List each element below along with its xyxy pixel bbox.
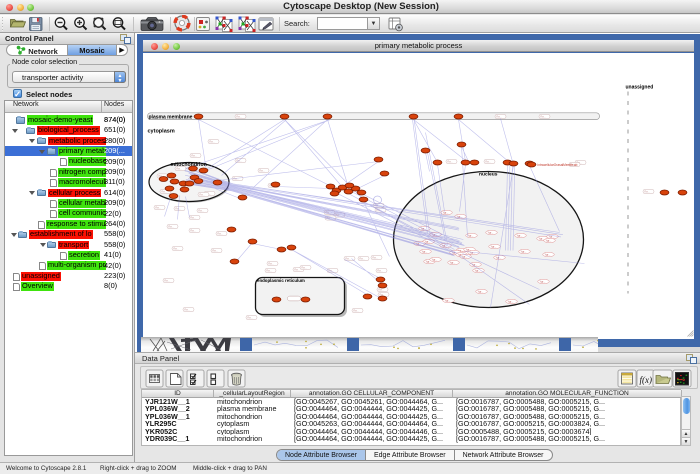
svg-text:Ygr...: Ygr...: [445, 299, 451, 302]
svg-text:Ygr...: Ygr...: [521, 250, 527, 253]
svg-text:Ygr...: Ygr...: [432, 258, 438, 261]
svg-text:cytoplasm: cytoplasm: [148, 128, 175, 134]
svg-text:Ygr...: Ygr...: [462, 255, 468, 258]
svg-text:plasma membrane: plasma membrane: [149, 114, 193, 120]
svg-text:nucleus: nucleus: [479, 171, 498, 177]
svg-text:Ygr...: Ygr...: [491, 245, 497, 248]
svg-text:Ygr...: Ygr...: [468, 234, 474, 237]
svg-text:Ybr...: Ybr...: [161, 190, 167, 193]
svg-text:Ybr...: Ybr...: [378, 288, 384, 291]
svg-text:Ybr...: Ybr...: [301, 266, 307, 269]
svg-text:Ybr...: Ybr...: [217, 232, 223, 235]
svg-text:Ybr...: Ybr...: [176, 167, 182, 170]
svg-text:Ygr...: Ygr...: [488, 231, 494, 234]
svg-text:intracellularOrasalMembr.ab: intracellularOrasalMembr.ab: [538, 163, 578, 167]
svg-text:Ybr...: Ybr...: [540, 115, 546, 118]
svg-text:Ybr...: Ybr...: [247, 316, 253, 319]
svg-text:Ygr...: Ygr...: [443, 211, 449, 214]
svg-text:endoplasmic reticulum: endoplasmic reticulum: [257, 278, 305, 283]
svg-text:Ybr...: Ybr...: [294, 268, 300, 271]
svg-text:Ygr...: Ygr...: [422, 250, 428, 253]
svg-text:Ybr...: Ybr...: [184, 308, 190, 311]
svg-text:unassigned: unassigned: [626, 84, 654, 90]
svg-text:Ybr...: Ybr...: [266, 269, 272, 272]
svg-text:Ybr...: Ybr...: [236, 115, 242, 118]
svg-text:Ygr...: Ygr...: [475, 269, 481, 272]
svg-text:Ybr...: Ybr...: [173, 247, 179, 250]
svg-text:Ybr...: Ybr...: [359, 257, 365, 260]
svg-text:Ybr...: Ybr...: [259, 169, 265, 172]
svg-text:Ybr...: Ybr...: [447, 160, 453, 163]
svg-text:Ybr...: Ybr...: [191, 154, 197, 157]
svg-text:Ybr...: Ybr...: [377, 269, 383, 272]
svg-text:Ybr...: Ybr...: [190, 216, 196, 219]
svg-text:Ybr...: Ybr...: [155, 206, 161, 209]
svg-text:Ygr...: Ygr...: [546, 239, 552, 242]
svg-text:Ybr...: Ybr...: [190, 229, 196, 232]
svg-text:Ygr...: Ygr...: [517, 234, 523, 237]
svg-text:Ybr...: Ybr...: [175, 207, 181, 210]
svg-text:Ybr...: Ybr...: [268, 262, 274, 265]
svg-text:Ybr...: Ybr...: [198, 209, 204, 212]
svg-text:Ygr...: Ygr...: [545, 253, 551, 256]
svg-text:f(x): f(x): [640, 375, 653, 385]
svg-text:Ybr...: Ybr...: [212, 249, 218, 252]
svg-text:Ygr...: Ygr...: [508, 300, 514, 303]
svg-text:Ybr...: Ybr...: [168, 225, 174, 228]
svg-text:Ybr...: Ybr...: [485, 160, 491, 163]
svg-text:Ybr...: Ybr...: [372, 256, 378, 259]
svg-text:Ybr...: Ybr...: [209, 140, 215, 143]
svg-text:Ygr...: Ygr...: [478, 290, 484, 293]
svg-text:Ybr...: Ybr...: [199, 193, 205, 196]
svg-text:Ybr...: Ybr...: [496, 115, 502, 118]
svg-text:Ygr...: Ygr...: [540, 280, 546, 283]
svg-text:Ybr...: Ybr...: [353, 309, 359, 312]
svg-text:Ybr...: Ybr...: [644, 190, 650, 193]
svg-text:Ybr...: Ybr...: [164, 279, 170, 282]
svg-text:Ygr...: Ygr...: [450, 261, 456, 264]
